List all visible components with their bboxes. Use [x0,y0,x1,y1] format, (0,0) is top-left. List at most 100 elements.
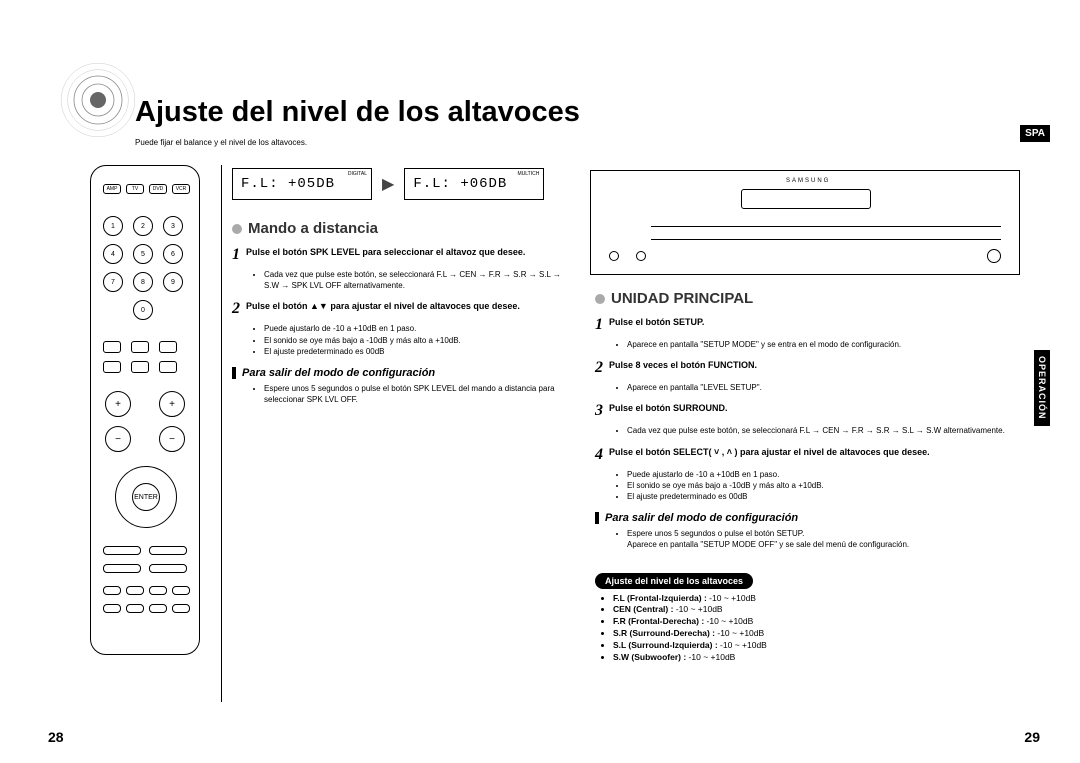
step-number: 2 [595,360,603,376]
step-number: 1 [232,247,240,263]
remote-row [103,341,177,353]
range-value: -10 ~ +10dB [707,593,756,603]
bullet: Espere unos 5 segundos o pulse el botón … [627,528,1015,550]
step-details: Puede ajustarlo de -10 a +10dB en 1 paso… [254,323,562,357]
range-label: S.L (Surround-Izquierda) : [613,640,718,650]
bullet: Aparece en pantalla "LEVEL SETUP". [627,382,1015,393]
step-number: 4 [595,447,603,463]
step: 2 Pulse 8 veces el botón FUNCTION. [595,360,1015,376]
bullet: El sonido se oye más bajo a -10dB y más … [627,480,1015,491]
remote-mode-button: AMP [103,184,121,194]
step-text: Pulse el botón SURROUND. [609,403,728,415]
remote-button [131,341,149,353]
bullet: Aparece en pantalla "SETUP MODE" y se en… [627,339,1015,350]
remote-pill-button [149,586,167,595]
section-heading-text: UNIDAD PRINCIPAL [611,290,753,307]
remote-pill-button [149,604,167,613]
exit-details: Espere unos 5 segundos o pulse el botón … [617,528,1015,550]
bullet-icon [232,224,242,234]
range-value: -10 ~ +10dB [686,652,735,662]
range-value: -10 ~ +10dB [715,628,764,638]
remote-enter-button: ENTER [132,483,160,511]
remote-num: 5 [133,244,153,264]
remote-minus-icon: − [159,426,185,452]
bullet: El ajuste predeterminado es 00dB [264,346,562,357]
remote-num: 1 [103,216,123,236]
remote-num: 8 [133,272,153,292]
device-display [741,189,871,209]
range-label: F.L (Frontal-Izquierda) : [613,593,707,603]
remote-plus-icon: + [159,391,185,417]
remote-button [103,361,121,373]
remote-pill-button [103,586,121,595]
step-number: 1 [595,317,603,333]
bullet: Espere unos 5 segundos o pulse el botón … [264,383,562,405]
step: 3 Pulse el botón SURROUND. [595,403,1015,419]
manual-spread: Ajuste del nivel de los altavoces Puede … [0,0,1080,763]
remote-dpad: ENTER [115,466,177,528]
lcd-value: F.L: +06DB [413,176,507,192]
language-badge: SPA [1020,125,1050,142]
step-details: Cada vez que pulse este botón, se selecc… [617,425,1015,436]
step-details: Puede ajustarlo de -10 a +10dB en 1 paso… [617,469,1015,503]
step-details: Cada vez que pulse este botón, se selecc… [254,269,562,291]
step: 1 Pulse el botón SPK LEVEL para seleccio… [232,247,562,263]
section-heading: Mando a distancia [232,220,562,237]
section-heading-text: Mando a distancia [248,220,378,237]
bullet: Puede ajustarlo de -10 a +10dB en 1 paso… [627,469,1015,480]
main-unit-illustration: SAMSUNG [590,170,1020,275]
step-text: Pulse el botón SETUP. [609,317,704,329]
remote-pill-button [103,604,121,613]
range-value: -10 ~ +10dB [704,616,753,626]
remote-pill-button [103,564,141,573]
range-item: S.W (Subwoofer) : -10 ~ +10dB [613,652,1015,664]
step: 4 Pulse el botón SELECT( ˅ , ˄ ) para aj… [595,447,1015,463]
remote-mode-row: AMP TV DVD VCR [103,184,190,194]
remote-num: 9 [163,272,183,292]
range-label: S.R (Surround-Derecha) : [613,628,715,638]
step-text: Pulse el botón ▲▼ para ajustar el nivel … [246,301,520,313]
range-value: -10 ~ +10dB [673,604,722,614]
device-knob [636,251,646,261]
step-text: Pulse 8 veces el botón FUNCTION. [609,360,757,372]
step-number: 2 [232,301,240,317]
bullet-text: Espere unos 5 segundos o pulse el botón … [627,529,804,538]
remote-num: 2 [133,216,153,236]
step-details: Aparece en pantalla "LEVEL SETUP". [617,382,1015,393]
page-subtitle: Puede fijar el balance y el nivel de los… [135,138,307,147]
range-heading-pill: Ajuste del nivel de los altavoces [595,573,753,589]
remote-pill-button [103,546,141,555]
lcd-mode-label: MULTICH [517,171,539,177]
section-tab: OPERACIÓN [1034,350,1050,426]
bullet: Cada vez que pulse este botón, se selecc… [264,269,562,291]
remote-illustration: AMP TV DVD VCR 1 2 3 4 5 6 7 8 9 0 [90,165,200,655]
remote-pill-button [149,564,187,573]
range-item: S.R (Surround-Derecha) : -10 ~ +10dB [613,628,1015,640]
remote-pill-button [172,604,190,613]
remote-button [159,341,177,353]
remote-button [131,361,149,373]
exit-heading: Para salir del modo de configuración [232,367,562,379]
brand-label: SAMSUNG [786,178,830,184]
remote-instructions: Mando a distancia 1 Pulse el botón SPK L… [232,220,562,415]
section-heading: UNIDAD PRINCIPAL [595,290,1015,307]
range-label: CEN (Central) : [613,604,673,614]
range-item: CEN (Central) : -10 ~ +10dB [613,604,1015,616]
lcd-value: F.L: +05DB [241,176,335,192]
bullet: El ajuste predeterminado es 00dB [627,491,1015,502]
lcd-display-2: F.L: +06DB MULTICH [404,168,544,200]
remote-numpad: 1 2 3 4 5 6 7 8 9 0 [103,216,183,320]
bullet: Cada vez que pulse este botón, se selecc… [627,425,1015,436]
main-unit-instructions: UNIDAD PRINCIPAL 1 Pulse el botón SETUP.… [595,290,1015,664]
remote-plus-icon: + [105,391,131,417]
lcd-mode-label: DIGITAL [348,171,367,177]
divider [221,165,222,702]
range-item: F.R (Frontal-Derecha) : -10 ~ +10dB [613,616,1015,628]
exit-details: Espere unos 5 segundos o pulse el botón … [254,383,562,405]
remote-mode-button: TV [126,184,144,194]
lcd-row: F.L: +05DB DIGITAL ▶ F.L: +06DB MULTICH [232,168,544,200]
remote-num: 6 [163,244,183,264]
remote-pill-button [149,546,187,555]
device-knob [609,251,619,261]
remote-pill-button [126,604,144,613]
